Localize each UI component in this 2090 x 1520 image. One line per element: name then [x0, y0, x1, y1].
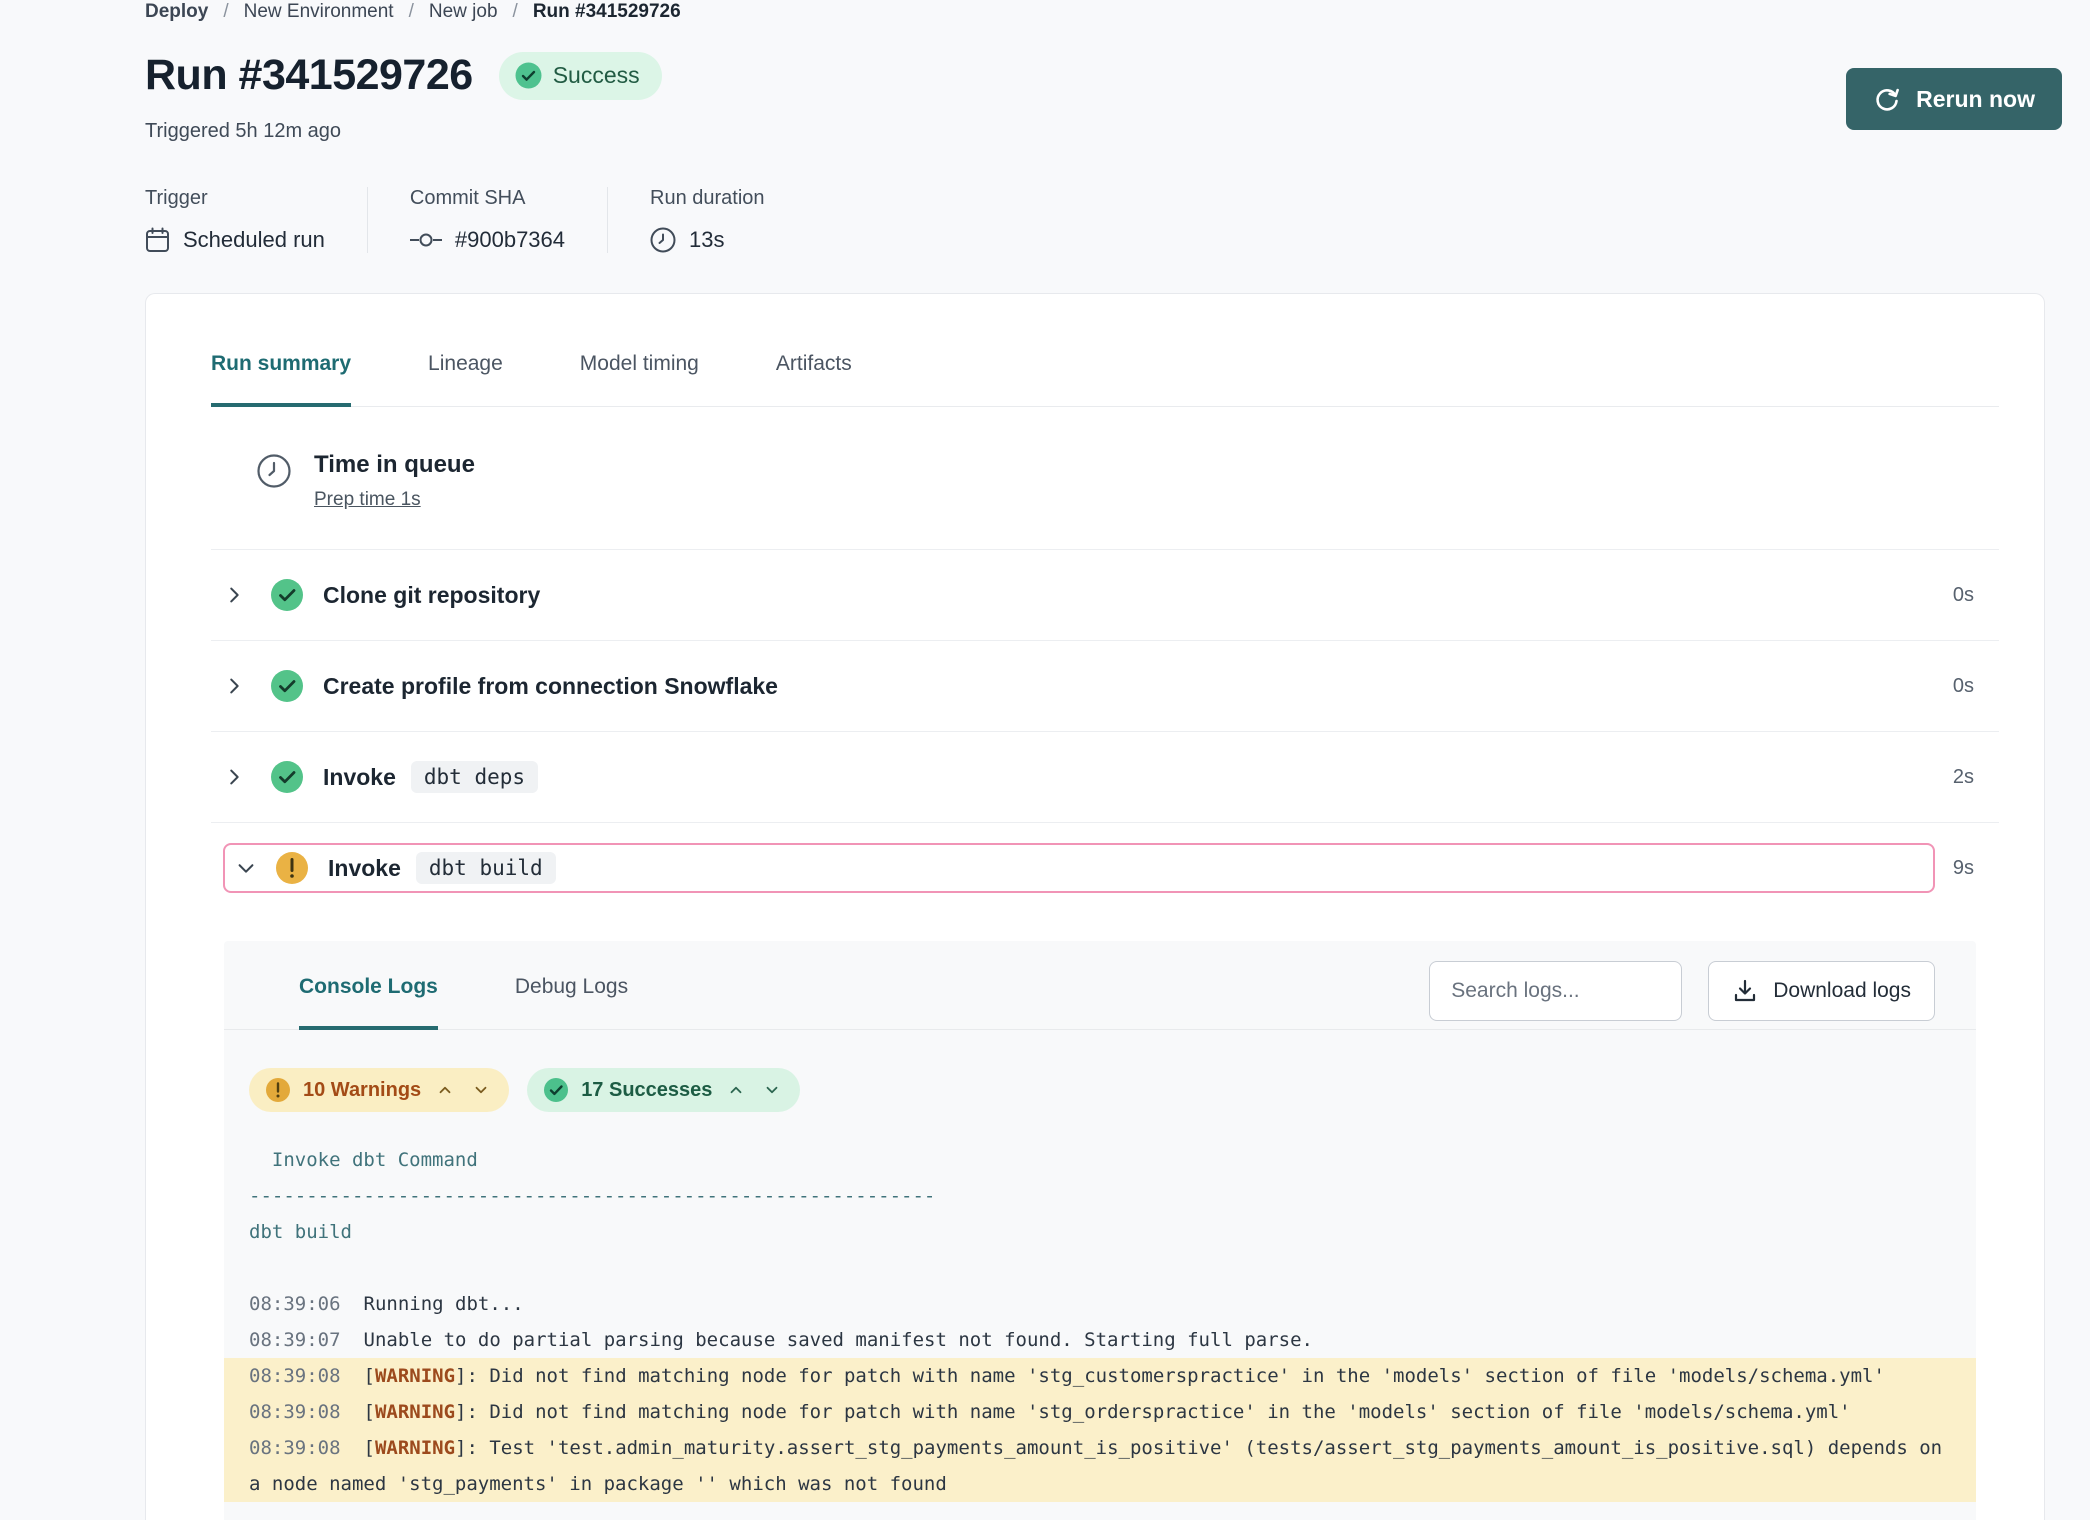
chevron-right-icon[interactable] — [223, 584, 245, 606]
status-badge: Success — [499, 52, 662, 100]
log-line: Invoke dbt Command — [224, 1142, 1976, 1178]
step-label: Invoke — [328, 855, 401, 882]
check-circle-icon — [270, 669, 304, 703]
breadcrumb-separator: / — [513, 1, 518, 23]
chevron-right-icon[interactable] — [223, 675, 245, 697]
run-detail-page: Deploy / New Environment / New job / Run… — [0, 0, 2090, 1520]
breadcrumb-new-environment[interactable]: New Environment — [244, 1, 394, 23]
run-duration-label: Run duration — [650, 187, 765, 210]
rerun-now-label: Rerun now — [1916, 86, 2035, 113]
download-logs-button[interactable]: Download logs — [1708, 961, 1935, 1021]
trigger-label: Trigger — [145, 187, 325, 210]
time-in-queue-title: Time in queue — [314, 451, 475, 479]
step-command-chip: dbt build — [416, 852, 556, 884]
trigger-value: Scheduled run — [183, 227, 325, 253]
warning-circle-icon — [275, 851, 309, 885]
step-label: Invoke — [323, 764, 396, 791]
status-badge-label: Success — [553, 62, 640, 89]
chevron-right-icon[interactable] — [223, 766, 245, 788]
tab-model-timing[interactable]: Model timing — [580, 352, 699, 406]
clock-icon — [256, 453, 292, 511]
log-line-warning: 08:39:08[WARNING]: Did not find matching… — [224, 1394, 1976, 1430]
rerun-now-button[interactable]: Rerun now — [1846, 68, 2062, 130]
header: Run #341529726 Success — [145, 51, 2090, 100]
log-line-blank — [224, 1250, 1976, 1286]
run-duration-value: 13s — [689, 227, 724, 253]
check-circle-icon — [270, 578, 304, 612]
chevron-up-icon[interactable] — [724, 1081, 748, 1099]
step-label: Create profile from connection Snowflake — [323, 673, 778, 700]
step-warning-box[interactable]: Invoke dbt build — [223, 843, 1935, 893]
log-line: 08:39:06Running dbt... — [224, 1286, 1976, 1322]
step-duration: 0s — [1953, 675, 1999, 698]
step-command-chip: dbt deps — [411, 761, 538, 793]
tab-artifacts[interactable]: Artifacts — [776, 352, 852, 406]
chevron-down-icon[interactable] — [235, 857, 257, 879]
tab-run-summary[interactable]: Run summary — [211, 352, 351, 407]
triggered-timestamp: Triggered 5h 12m ago — [145, 120, 2090, 143]
successes-badge-label: 17 Successes — [581, 1079, 712, 1102]
tab-debug-logs[interactable]: Debug Logs — [515, 975, 628, 1029]
chevron-down-icon[interactable] — [760, 1081, 784, 1099]
refresh-icon — [1873, 85, 1901, 113]
log-line: dbt build — [224, 1214, 1976, 1250]
breadcrumb-separator: / — [409, 1, 414, 23]
step-label: Clone git repository — [323, 582, 540, 609]
log-badges: 10 Warnings 17 Successes — [224, 1068, 1976, 1112]
log-line-warning: 08:39:08[WARNING]: Test 'test.admin_matu… — [224, 1430, 1976, 1502]
step-clone-git-repository[interactable]: Clone git repository 0s — [211, 550, 1999, 641]
tab-console-logs[interactable]: Console Logs — [299, 975, 438, 1030]
download-icon — [1732, 978, 1758, 1004]
step-duration: 2s — [1953, 766, 1999, 789]
console-log-output: Invoke dbt Command ---------------------… — [224, 1142, 1976, 1502]
successes-badge[interactable]: 17 Successes — [527, 1068, 800, 1112]
warning-circle-icon — [265, 1077, 291, 1103]
meta-trigger: Trigger Scheduled run — [145, 187, 367, 253]
time-in-queue-section: Time in queue Prep time 1s — [211, 451, 1999, 550]
log-controls: Download logs — [1429, 961, 1935, 1021]
log-tabs: Console Logs Debug Logs — [299, 975, 628, 1029]
run-tabs: Run summary Lineage Model timing Artifac… — [211, 352, 1999, 407]
tab-lineage[interactable]: Lineage — [428, 352, 503, 406]
prep-time-link[interactable]: Prep time 1s — [314, 489, 421, 511]
log-line: 08:39:07Unable to do partial parsing bec… — [224, 1322, 1976, 1358]
meta-commit: Commit SHA #900b7364 — [367, 187, 607, 253]
search-logs-input[interactable] — [1429, 961, 1682, 1021]
calendar-icon — [145, 227, 170, 253]
step-duration: 0s — [1953, 584, 1999, 607]
commit-sha-label: Commit SHA — [410, 187, 565, 210]
log-header: Console Logs Debug Logs Download logs — [224, 961, 1976, 1030]
warnings-badge[interactable]: 10 Warnings — [249, 1068, 509, 1112]
git-commit-icon — [410, 231, 442, 249]
breadcrumb-separator: / — [223, 1, 228, 23]
check-circle-icon — [515, 62, 542, 89]
step-duration: 9s — [1953, 857, 1999, 880]
breadcrumb-deploy[interactable]: Deploy — [145, 1, 208, 23]
page-title: Run #341529726 — [145, 51, 473, 100]
commit-sha-value: #900b7364 — [455, 227, 565, 253]
step-invoke-dbt-build[interactable]: Invoke dbt build 9s — [211, 823, 1999, 893]
download-logs-label: Download logs — [1773, 979, 1911, 1003]
step-create-profile[interactable]: Create profile from connection Snowflake… — [211, 641, 1999, 732]
check-circle-icon — [270, 760, 304, 794]
breadcrumb-current-run: Run #341529726 — [533, 1, 681, 23]
breadcrumb: Deploy / New Environment / New job / Run… — [145, 0, 2090, 23]
log-panel: Console Logs Debug Logs Download logs — [224, 941, 1976, 1520]
clock-icon — [650, 227, 676, 253]
log-separator: ----------------------------------------… — [224, 1178, 1976, 1214]
chevron-down-icon[interactable] — [469, 1081, 493, 1099]
chevron-up-icon[interactable] — [433, 1081, 457, 1099]
check-circle-icon — [543, 1077, 569, 1103]
run-summary-card: Run summary Lineage Model timing Artifac… — [145, 293, 2045, 1520]
step-invoke-dbt-deps[interactable]: Invoke dbt deps 2s — [211, 732, 1999, 823]
run-meta: Trigger Scheduled run Commit SHA #900b73… — [145, 187, 2090, 253]
warnings-badge-label: 10 Warnings — [303, 1079, 421, 1102]
log-line-warning: 08:39:08[WARNING]: Did not find matching… — [224, 1358, 1976, 1394]
breadcrumb-new-job[interactable]: New job — [429, 1, 498, 23]
meta-duration: Run duration 13s — [607, 187, 807, 253]
